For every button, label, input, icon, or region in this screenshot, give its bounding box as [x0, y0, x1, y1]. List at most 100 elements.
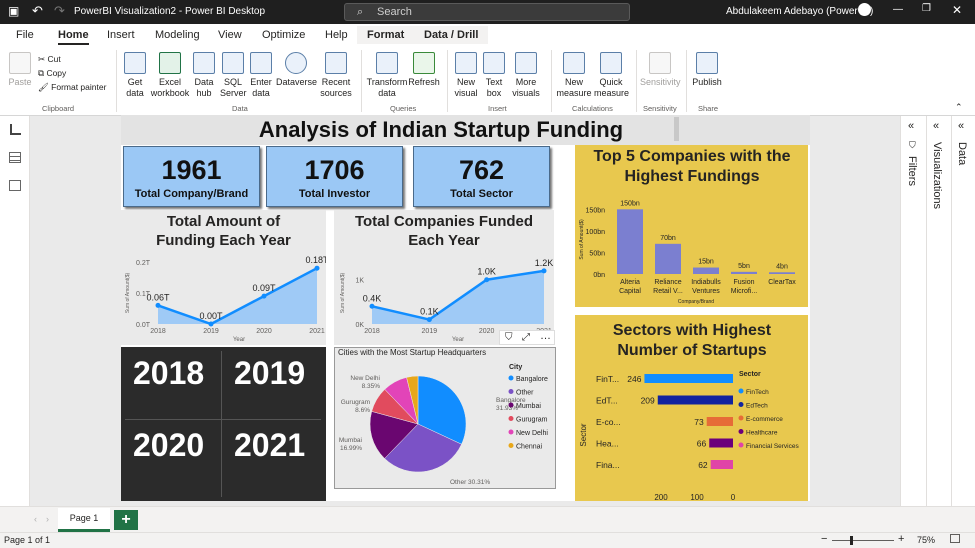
- quick-measure-button[interactable]: Quick measure: [594, 52, 629, 99]
- year-tile-2019[interactable]: 2019: [234, 355, 305, 392]
- redo-icon[interactable]: ↷: [54, 3, 65, 19]
- collapse-data-icon[interactable]: «: [958, 120, 964, 132]
- minimize-icon[interactable]: —: [893, 4, 903, 15]
- search-placeholder: Search: [377, 6, 412, 18]
- year-tile-2021[interactable]: 2021: [234, 427, 305, 464]
- cities-pie-chart[interactable]: Bangalore31.93%Other 30.31%Mumbai16.99%G…: [334, 358, 556, 489]
- database-icon: [124, 52, 146, 74]
- search-icon: ⌕: [357, 6, 364, 18]
- new-measure-button[interactable]: New measure: [556, 52, 592, 99]
- x-tick-label: Alteria: [620, 279, 640, 286]
- x-axis-title: Year: [233, 337, 245, 343]
- year-tile-2018[interactable]: 2018: [133, 355, 204, 392]
- undo-icon[interactable]: ↶: [32, 3, 43, 19]
- data-hub-button[interactable]: Data hub: [192, 52, 216, 99]
- data-label: 0.4K: [363, 293, 382, 303]
- data-point: [541, 268, 547, 274]
- visualizations-pane-label[interactable]: Visualizations: [931, 142, 943, 209]
- funding-per-year-chart[interactable]: Total Amount of Funding Each Year 0.06T 201…: [121, 210, 326, 345]
- dataverse-button[interactable]: Dataverse: [276, 52, 317, 88]
- prev-page-icon[interactable]: ‹: [34, 514, 37, 524]
- companies-per-year-chart[interactable]: Total Companies FundedEach Year0.4K20180…: [334, 210, 554, 345]
- side-panes: « ⛉ Filters « Visualizations « Data: [900, 116, 975, 506]
- menu-optimize[interactable]: Optimize: [262, 29, 305, 41]
- new-visual-button[interactable]: New visual: [452, 52, 480, 99]
- x-axis-title: Year: [452, 337, 464, 343]
- y-tick-label: Fina...: [596, 460, 620, 470]
- legend-label: Chennai: [516, 444, 543, 451]
- focus-mode-icon[interactable]: ⤢: [522, 332, 530, 343]
- restore-icon[interactable]: ❐: [922, 3, 931, 14]
- x-tick-label: Capital: [619, 288, 641, 295]
- menu-view[interactable]: View: [218, 29, 242, 41]
- menu-insert[interactable]: Insert: [107, 29, 135, 41]
- top-companies-chart[interactable]: Top 5 Companies with the Highest Fundings…: [575, 145, 808, 307]
- zoom-thumb[interactable]: [850, 536, 853, 545]
- y-tick-label: 50bn: [589, 250, 605, 257]
- filters-pane-label[interactable]: Filters: [906, 156, 918, 186]
- recent-sources-button[interactable]: Recent sources: [316, 52, 356, 99]
- y-axis-title: Sector: [579, 423, 588, 446]
- status-bar: Page 1 of 1 − + 75%: [0, 532, 975, 548]
- bar: [655, 243, 681, 274]
- bar: [657, 395, 733, 405]
- title-bar: ▣ ↶ ↷ PowerBI Visualization2 - Power BI …: [0, 0, 975, 24]
- cut-button[interactable]: ✂ Cut: [38, 52, 106, 66]
- x-tick-label: Microfi...: [731, 288, 758, 295]
- more-visuals-button[interactable]: More visuals: [508, 52, 544, 99]
- data-label: 246: [627, 374, 641, 384]
- menu-data-drill[interactable]: Data / Drill: [414, 26, 489, 44]
- kpi-value: 762: [458, 155, 505, 185]
- menu-format[interactable]: Format: [357, 26, 415, 44]
- fit-to-page-icon[interactable]: [950, 534, 960, 543]
- collapse-ribbon-icon[interactable]: ⌃: [955, 102, 963, 113]
- refresh-button[interactable]: Refresh: [408, 52, 440, 88]
- menu-modeling[interactable]: Modeling: [155, 29, 200, 41]
- x-tick-label: Ventures: [692, 288, 720, 295]
- data-label: 1.0K: [477, 267, 496, 277]
- group-clipboard: Clipboard: [42, 104, 75, 113]
- sql-server-button[interactable]: SQL Server: [220, 52, 247, 99]
- format-painter-button[interactable]: 🖌 Format painter: [38, 80, 106, 94]
- collapse-visualizations-icon[interactable]: «: [933, 120, 939, 132]
- zoom-out-icon[interactable]: −: [821, 533, 827, 545]
- data-label: 0.06T: [146, 292, 170, 302]
- sectors-chart[interactable]: Sectors with Highest Number of Startups 24…: [575, 315, 808, 501]
- text-box-button[interactable]: Text box: [482, 52, 506, 99]
- year-tile-2020[interactable]: 2020: [133, 427, 204, 464]
- more-options-icon[interactable]: …: [540, 330, 551, 342]
- page-tab-1[interactable]: Page 1: [58, 508, 110, 532]
- transform-icon: [376, 52, 398, 74]
- report-view-icon[interactable]: [10, 124, 21, 135]
- data-label: 1.2K: [535, 258, 554, 268]
- excel-workbook-button[interactable]: Excel workbook: [150, 52, 190, 99]
- table-view-icon[interactable]: [9, 152, 21, 163]
- publish-button[interactable]: Publish: [690, 52, 724, 88]
- zoom-in-icon[interactable]: +: [898, 533, 904, 545]
- next-page-icon[interactable]: ›: [46, 514, 49, 524]
- enter-data-button[interactable]: Enter data: [248, 52, 274, 99]
- pie-label: 31.93%: [496, 405, 518, 412]
- data-pane-label[interactable]: Data: [956, 142, 968, 165]
- data-point: [261, 293, 267, 299]
- group-queries: Queries: [390, 104, 417, 113]
- sensitivity-button[interactable]: Sensitivity: [640, 52, 681, 88]
- collapse-filters-icon[interactable]: «: [908, 120, 914, 132]
- model-view-icon[interactable]: [9, 180, 21, 191]
- search-box[interactable]: ⌕ Search: [344, 3, 630, 21]
- transform-data-button[interactable]: Transform data: [366, 52, 408, 99]
- title-scrollbar[interactable]: [674, 117, 679, 141]
- close-icon[interactable]: ✕: [952, 3, 962, 17]
- filter-icon[interactable]: ⛉: [505, 332, 513, 343]
- account-icon[interactable]: [858, 3, 871, 16]
- copy-button[interactable]: ⧉ Copy: [38, 66, 106, 80]
- y-tick-label: FinT...: [596, 374, 619, 384]
- menu-file[interactable]: File: [16, 29, 34, 41]
- menu-help[interactable]: Help: [325, 29, 348, 41]
- zoom-slider[interactable]: [832, 540, 894, 541]
- add-page-button[interactable]: +: [114, 510, 138, 530]
- paste-button[interactable]: Paste: [8, 52, 32, 88]
- data-label: 0.1K: [420, 307, 439, 317]
- menu-home[interactable]: Home: [58, 29, 89, 45]
- get-data-button[interactable]: Get data: [122, 52, 148, 99]
